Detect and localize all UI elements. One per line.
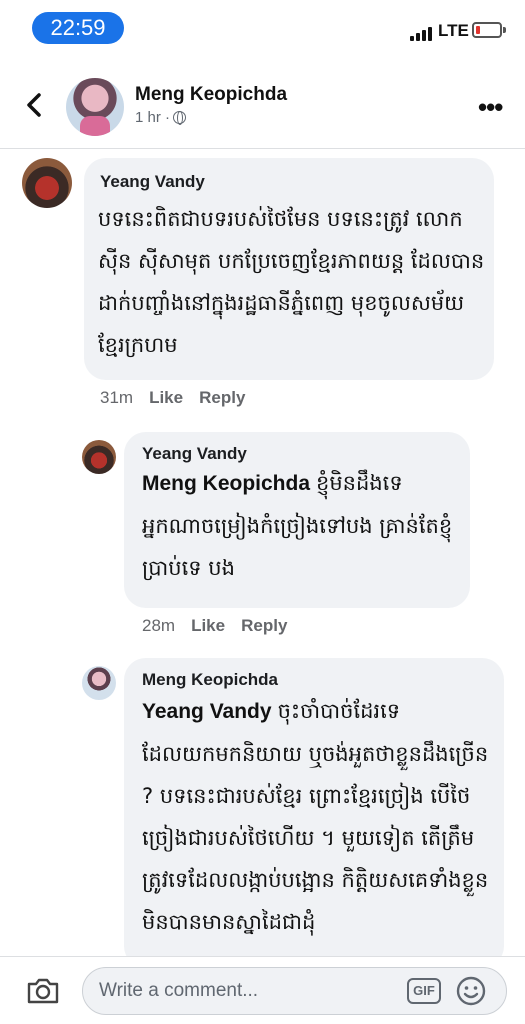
post-time-label: 1 hr · [135,109,171,126]
comment-bubble: Yeang Vandy Meng Keopichda ខ្ញុំមិនដឹងទេ … [124,432,470,608]
comment-time: 28m [142,616,176,635]
like-button[interactable]: Like [149,388,183,407]
post-timestamp: 1 hr · [135,109,187,126]
header: Meng Keopichda 1 hr · ••• [0,66,525,148]
divider [0,148,525,149]
reply-button[interactable]: Reply [241,616,287,635]
comment-body: បទនេះពិតជាបទរបស់ថៃមែន បទនេះត្រូវ លោកស៊ីន… [98,207,485,357]
signal-icon [410,25,434,41]
avatar[interactable] [82,666,116,700]
reply-button[interactable]: Reply [199,388,245,407]
mention-tag[interactable]: Meng Keopichda [142,472,310,495]
comment-author[interactable]: Yeang Vandy [100,172,205,192]
avatar[interactable] [66,78,124,136]
globe-icon [173,111,187,125]
more-icon[interactable]: ••• [478,94,503,120]
comment-text: Yeang Vandy ចុះចាំបាច់ដែរទេដែលយកមកនិយាយ ឬ… [142,690,498,943]
comment-author[interactable]: Meng Keopichda [142,670,278,690]
network-label: LTE [438,21,469,40]
comment-author[interactable]: Yeang Vandy [142,444,247,464]
emoji-icon[interactable] [455,975,487,1007]
post-author-name[interactable]: Meng Keopichda [135,84,287,106]
status-bar: 22:59 LTE [0,0,525,56]
camera-icon[interactable] [26,977,60,1005]
avatar[interactable] [22,158,72,208]
comment-bubble: Meng Keopichda Yeang Vandy ចុះចាំបាច់ដែរទ… [124,658,504,968]
comment-bubble: Yeang Vandy បទនេះពិតជាបទរបស់ថៃមែន បទនេះត… [84,158,494,380]
battery-icon [472,22,506,38]
chevron-left-icon[interactable] [22,92,48,118]
comment-input-wrapper: GIF [82,967,507,1015]
comment-text: Meng Keopichda ខ្ញុំមិនដឹងទេ អ្នកណាចម្រៀង… [142,462,462,589]
comment-actions: 31m Like Reply [100,388,261,408]
status-time: 22:59 [32,12,124,44]
comment-body: ចុះចាំបាច់ដែរទេដែលយកមកនិយាយ ឬចង់អួតថាខ្ល… [142,699,489,934]
comment-composer: GIF [0,956,525,1024]
mention-tag[interactable]: Yeang Vandy [142,700,272,723]
comment-input[interactable] [99,976,399,1006]
like-button[interactable]: Like [191,616,225,635]
comment-text: បទនេះពិតជាបទរបស់ថៃមែន បទនេះត្រូវ លោកស៊ីន… [98,198,488,366]
comment-actions: 28m Like Reply [142,616,303,636]
avatar[interactable] [82,440,116,474]
comment-time: 31m [100,388,134,407]
gif-icon[interactable]: GIF [407,978,441,1004]
